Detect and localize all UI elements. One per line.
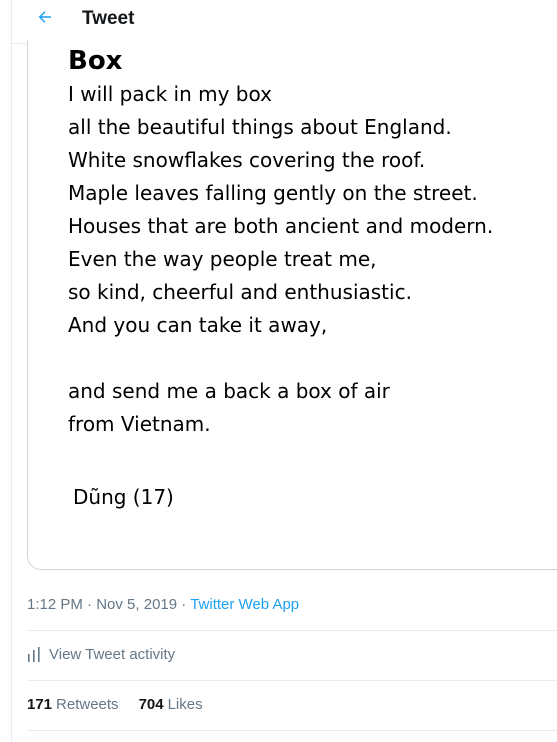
header-bar: Tweet	[12, 0, 557, 44]
arrow-left-icon	[38, 11, 51, 23]
retweets-stat[interactable]: 171 Retweets	[27, 696, 119, 713]
poem-line: Maple leaves falling gently on the stree…	[68, 181, 478, 205]
poem-line-blank	[68, 342, 548, 375]
back-button[interactable]	[33, 5, 57, 29]
poem-line: White snowflakes covering the roof.	[68, 148, 426, 172]
likes-label: Likes	[167, 696, 203, 713]
tweet-time[interactable]: 1:12 PM	[27, 596, 83, 613]
poem-line: I will pack in my box	[68, 82, 272, 106]
tweet-date[interactable]: Nov 5, 2019	[96, 596, 177, 613]
poem-signature: Dũng (17)	[73, 485, 174, 509]
tweet-meta: 1:12 PM · Nov 5, 2019 · Twitter Web App	[27, 596, 299, 613]
view-activity-link[interactable]: View Tweet activity	[27, 646, 175, 663]
meta-separator: ·	[181, 596, 187, 613]
bar-chart-icon	[28, 646, 40, 662]
tweet-source-link[interactable]: Twitter Web App	[190, 596, 299, 613]
poem-line: from Vietnam.	[68, 412, 211, 436]
divider	[27, 680, 557, 681]
tweet-stats: 171 Retweets 704 Likes	[27, 696, 203, 713]
timeline-border	[11, 0, 12, 742]
divider	[27, 630, 557, 631]
likes-count: 704	[138, 696, 164, 713]
likes-stat[interactable]: 704 Likes	[139, 696, 203, 713]
poem-line: And you can take it away,	[68, 313, 328, 337]
meta-separator: ·	[87, 596, 93, 613]
poem-line: so kind, cheerful and enthusiastic.	[68, 280, 412, 304]
retweets-label: Retweets	[56, 696, 119, 713]
poem-line: Houses that are both ancient and modern.	[68, 214, 494, 238]
page-title: Tweet	[82, 8, 135, 29]
retweets-count: 171	[27, 696, 53, 713]
poem-line: and send me a back a box of air	[68, 379, 390, 403]
poem-text: Box I will pack in my box all the beauti…	[68, 44, 548, 441]
view-activity-label: View Tweet activity	[49, 646, 176, 663]
poem-line: all the beautiful things about England.	[68, 115, 452, 139]
poem-line: Even the way people treat me,	[68, 247, 377, 271]
poem-title: Box	[68, 46, 123, 76]
divider	[27, 730, 557, 731]
